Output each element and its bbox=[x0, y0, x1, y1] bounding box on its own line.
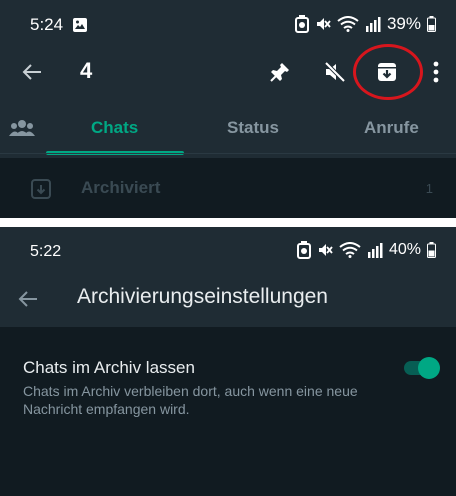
tab-chats[interactable]: Chats bbox=[91, 118, 138, 138]
pin-icon bbox=[270, 63, 289, 82]
mute-button[interactable] bbox=[320, 57, 350, 87]
status-icons: 40% bbox=[296, 241, 436, 259]
back-arrow-icon bbox=[22, 64, 41, 80]
mute-icon bbox=[324, 61, 346, 83]
battery-percent: 40% bbox=[388, 241, 421, 258]
archived-icon bbox=[31, 179, 51, 199]
tab-bar: Chats Status Anrufe bbox=[0, 102, 456, 155]
tab-status[interactable]: Status bbox=[227, 118, 279, 138]
more-options-button[interactable] bbox=[424, 57, 448, 87]
wifi-icon bbox=[337, 16, 359, 32]
gallery-notification-icon bbox=[73, 18, 87, 32]
archived-count: 1 bbox=[425, 181, 433, 196]
pin-button[interactable] bbox=[265, 57, 295, 87]
page-title: Archivierungseinstellungen bbox=[77, 285, 328, 308]
battery-icon bbox=[427, 16, 436, 32]
battery-icon bbox=[427, 242, 436, 258]
battery-percent: 39% bbox=[386, 14, 421, 33]
signal-icon bbox=[367, 243, 383, 258]
back-button[interactable] bbox=[14, 285, 42, 313]
toggle-knob bbox=[418, 357, 440, 379]
setting-title: Chats im Archiv lassen bbox=[23, 358, 195, 377]
keep-archived-toggle[interactable] bbox=[404, 357, 440, 379]
wifi-icon bbox=[339, 242, 361, 258]
status-time: 5:22 bbox=[30, 243, 62, 260]
bottom-screenshot: 5:22 40% Archivierungseinstellungen Chat… bbox=[0, 227, 456, 496]
status-time: 5:24 bbox=[30, 15, 64, 34]
status-bar: 5:24 39% bbox=[0, 0, 456, 48]
keep-chats-archived-setting[interactable]: Chats im Archiv lassen Chats im Archiv v… bbox=[0, 353, 456, 423]
status-icons: 39% bbox=[294, 14, 436, 34]
status-bar: 5:22 40% bbox=[0, 227, 456, 269]
settings-app-bar: Archivierungseinstellungen bbox=[0, 269, 456, 327]
setting-description: Chats im Archiv verbleiben dort, auch we… bbox=[23, 383, 358, 417]
back-button[interactable] bbox=[18, 58, 46, 86]
battery-saver-icon bbox=[296, 241, 311, 259]
signal-icon bbox=[365, 17, 381, 32]
community-icon[interactable] bbox=[8, 116, 36, 140]
mute-status-icon bbox=[316, 18, 331, 30]
archived-row[interactable]: Archiviert 1 bbox=[0, 158, 456, 218]
back-arrow-icon bbox=[18, 291, 37, 307]
more-vert-icon bbox=[433, 61, 439, 83]
mute-status-icon bbox=[318, 244, 333, 256]
archived-label: Archiviert bbox=[81, 178, 161, 197]
battery-saver-icon bbox=[294, 15, 309, 33]
archive-highlight-circle bbox=[353, 44, 423, 100]
selected-count: 4 bbox=[80, 58, 93, 83]
top-screenshot: 5:24 39% 4 Chats Status Anrufe Archivier… bbox=[0, 0, 456, 218]
tab-calls[interactable]: Anrufe bbox=[364, 118, 419, 138]
divider bbox=[0, 153, 456, 154]
